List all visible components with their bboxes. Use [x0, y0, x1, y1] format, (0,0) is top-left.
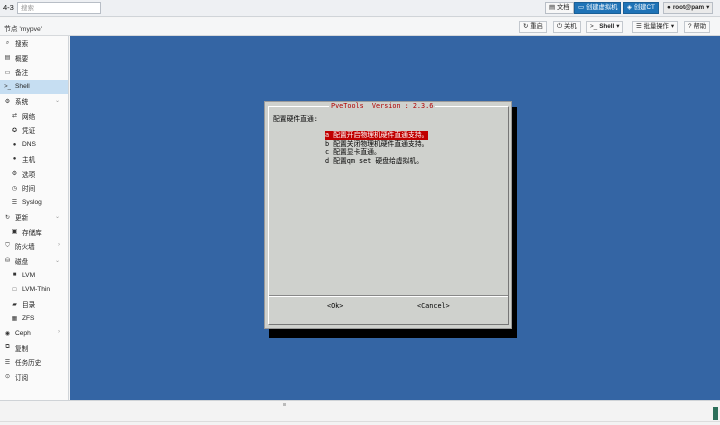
shell-button[interactable]: >_ Shell ▾ [586, 21, 624, 33]
sidebar-item-notes[interactable]: ▭ 备注 [0, 65, 68, 80]
gear-icon: ⚙ [11, 171, 18, 178]
square-outline-icon: □ [12, 286, 17, 293]
dialog-separator [269, 295, 508, 297]
bulk-actions-button[interactable]: ☰ 批量操作 ▾ [632, 21, 679, 33]
folder-icon: ▰ [12, 301, 17, 308]
create-ct-button[interactable]: ◈ 创建CT [623, 2, 659, 14]
book-icon: ▤ [4, 55, 11, 62]
sidebar-item-dns[interactable]: ● DNS [0, 138, 68, 153]
sidebar-item-disks[interactable]: ⛁ 磁盘 ⌄ [0, 254, 68, 269]
terminal-icon: >_ [4, 83, 11, 90]
cancel-button[interactable]: <Cancel> [417, 302, 450, 310]
square-icon: ■ [12, 272, 17, 279]
chevron-down-icon: ⌄ [54, 98, 60, 104]
status-bar [0, 400, 720, 425]
sidebar-item-certificates[interactable]: ✪ 凭证 [0, 123, 68, 138]
user-icon: ● [667, 4, 671, 11]
chevron-down-icon: ▾ [670, 23, 675, 30]
sidebar-item-subscription[interactable]: ⊙ 订阅 [0, 370, 68, 385]
create-vm-button[interactable]: ▭ 创建虚拟机 [574, 2, 622, 14]
sidebar-item-search[interactable]: ⌕ 搜索 [0, 36, 68, 51]
breadcrumb: 节点 'mypve' [4, 26, 43, 33]
sidebar-item-firewall[interactable]: ⛉ 防火墙 › [0, 239, 68, 254]
sidebar-item-hosts[interactable]: ● 主机 [0, 152, 68, 167]
top-bar: 4-3 搜索 ▤ 文档 ▭ 创建虚拟机 ◈ 创建CT ● root@pam ▾ [0, 0, 720, 17]
pvetools-dialog: PveTools Version : 2.3.6 配置硬件直通: a 配置开启物… [264, 101, 512, 329]
sidebar-item-lvm-thin[interactable]: □ LVM-Thin [0, 283, 68, 298]
help-icon: ? [688, 23, 692, 30]
reboot-icon: ↻ [523, 23, 529, 30]
reboot-button[interactable]: ↻ 重启 [519, 21, 547, 33]
network-icon: ⇄ [11, 113, 18, 120]
sidebar-item-ceph[interactable]: ◉ Ceph › [0, 326, 68, 341]
sidebar-item-network[interactable]: ⇄ 网络 [0, 109, 68, 124]
monitor-icon: ▭ [578, 4, 584, 11]
sidebar-item-shell[interactable]: >_ Shell [0, 79, 68, 94]
sidebar-item-directory[interactable]: ▰ 目录 [0, 297, 68, 312]
disk-icon: ⛁ [4, 258, 11, 265]
status-divider [0, 421, 720, 422]
folder-icon: ▣ [11, 229, 18, 236]
cube-icon: ◈ [627, 4, 632, 11]
copy-icon: ⧉ [5, 344, 10, 351]
ceph-icon: ◉ [4, 330, 11, 337]
chevron-down-icon: ⌄ [54, 257, 60, 264]
gear-icon: ⚙ [4, 98, 11, 105]
docs-button[interactable]: ▤ 文档 [545, 2, 574, 14]
clock-icon: ◷ [11, 185, 18, 192]
sidebar-item-summary[interactable]: ▤ 概要 [0, 51, 68, 66]
sidebar-item-zfs[interactable]: ▦ ZFS [0, 312, 68, 327]
book-icon: ▤ [549, 4, 555, 11]
sidebar-item-task-history[interactable]: ☰ 任务历史 [0, 355, 68, 370]
list-icon: ☰ [636, 23, 642, 30]
option-d[interactable]: d 配置qm set 硬盘给虚拟机。 [325, 157, 428, 166]
search-input[interactable]: 搜索 [17, 2, 101, 14]
refresh-icon: ↻ [4, 214, 11, 221]
user-menu-button[interactable]: ● root@pam ▾ [663, 2, 714, 14]
shutdown-button[interactable]: ⏻ 关机 [553, 21, 581, 33]
sidebar-item-repositories[interactable]: ▣ 存储库 [0, 225, 68, 240]
shield-icon: ⛉ [5, 242, 10, 249]
chevron-right-icon: › [58, 242, 60, 248]
sidebar-item-syslog[interactable]: ☰ Syslog [0, 196, 68, 211]
globe-icon: ● [12, 156, 17, 163]
sidebar-item-time[interactable]: ◷ 时间 [0, 181, 68, 196]
content-toolbar: 节点 'mypve' ↻ 重启 ⏻ 关机 >_ Shell ▾ ☰ 批量操作 ▾ ? 帮助 [0, 18, 720, 36]
ok-button[interactable]: <Ok> [327, 302, 343, 310]
list-icon: ☰ [4, 359, 11, 366]
sidebar-item-options[interactable]: ⚙ 选项 [0, 167, 68, 182]
sidebar-item-updates[interactable]: ↻ 更新 ⌄ [0, 210, 68, 225]
search-icon: ⌕ [5, 39, 10, 46]
option-c[interactable]: c 配置显卡直通。 [325, 148, 428, 157]
side-handle[interactable] [713, 407, 718, 420]
sidebar-item-system[interactable]: ⚙ 系统 ⌄ [0, 94, 68, 109]
dialog-prompt: 配置硬件直通: [273, 115, 318, 123]
help-button[interactable]: ? 帮助 [684, 21, 711, 33]
chevron-down-icon: ▾ [616, 23, 620, 30]
option-list: a 配置开启物理机硬件直通支持。 b 配置关闭物理机硬件直通支持。 c 配置显卡… [325, 131, 429, 166]
resize-handle[interactable] [283, 403, 286, 406]
sidebar: ⌕ 搜索 ▤ 概要 ▭ 备注 >_ Shell ⚙ 系统 ⌄ ⇄ 网络 ✪ 凭证 ● DNS ● 主… [0, 36, 69, 400]
dialog-title: PveTools Version : 2.3.6 [329, 102, 436, 110]
table-icon: ▦ [11, 316, 18, 323]
sidebar-item-replication[interactable]: ⧉ 复制 [0, 341, 68, 356]
option-a[interactable]: a 配置开启物理机硬件直通支持。 [325, 131, 429, 140]
power-icon: ⏻ [557, 23, 562, 30]
certificate-icon: ✪ [11, 127, 18, 134]
terminal-icon: >_ [590, 23, 598, 30]
chevron-down-icon: ⌄ [54, 214, 60, 220]
support-icon: ⊙ [4, 374, 11, 381]
version-label: 4-3 [3, 3, 14, 12]
chevron-down-icon: ▾ [706, 4, 710, 11]
globe-icon: ● [12, 141, 17, 148]
list-icon: ☰ [11, 200, 18, 207]
note-icon: ▭ [4, 69, 11, 76]
sidebar-item-lvm[interactable]: ■ LVM [0, 268, 68, 283]
chevron-right-icon: › [58, 329, 60, 335]
